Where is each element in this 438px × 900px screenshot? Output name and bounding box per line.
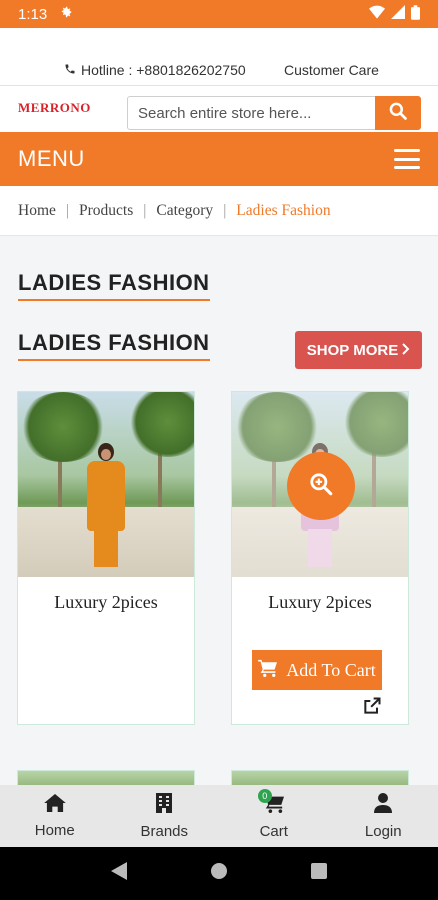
zoom-button[interactable]	[287, 452, 355, 520]
back-icon[interactable]	[111, 862, 128, 885]
battery-icon	[411, 4, 420, 24]
breadcrumb-current: Ladies Fashion	[236, 201, 331, 219]
recents-icon[interactable]	[310, 863, 327, 884]
breadcrumb-products[interactable]: Products	[79, 202, 133, 220]
search-icon	[388, 101, 408, 126]
search-input[interactable]	[127, 96, 377, 130]
add-to-cart-label: Add To Cart	[286, 659, 376, 680]
breadcrumb-category[interactable]: Category	[156, 202, 213, 220]
section-title: LADIES FASHION	[18, 330, 210, 361]
gear-icon	[59, 5, 73, 23]
bottom-nav: Home Brands 0 Cart Login	[0, 785, 438, 847]
product-name[interactable]: Luxury 2pices	[232, 592, 408, 613]
product-name[interactable]: Luxury 2pices	[18, 592, 194, 613]
zoom-in-icon	[308, 471, 334, 502]
nav-home-label: Home	[34, 821, 75, 839]
cart-icon: 0	[257, 788, 286, 817]
shop-more-label: SHOP MORE	[306, 341, 399, 359]
product-image[interactable]	[18, 392, 194, 577]
status-bar: 1:13	[0, 0, 438, 28]
nav-login-label: Login	[364, 822, 402, 840]
menu-bar: MENU	[0, 132, 438, 186]
status-time: 1:13	[18, 5, 48, 23]
shop-more-button[interactable]: SHOP MORE	[295, 331, 422, 369]
breadcrumb-home[interactable]: Home	[18, 202, 56, 220]
home-circle-icon[interactable]	[210, 862, 228, 885]
top-info-bar: Hotline : +8801826202750 Customer Care	[0, 28, 438, 86]
hotline-text: Hotline : +8801826202750	[81, 62, 246, 78]
breadcrumb: Home | Products | Category | Ladies Fash…	[0, 186, 438, 236]
system-nav-bar	[0, 847, 438, 900]
user-icon	[374, 792, 393, 817]
nav-cart[interactable]: 0 Cart	[219, 785, 329, 847]
brand-row: MERRONO	[0, 86, 438, 132]
breadcrumb-separator: |	[223, 201, 227, 219]
cart-icon	[258, 659, 278, 682]
nav-home[interactable]: Home	[0, 785, 110, 847]
cart-count-badge: 0	[257, 788, 272, 803]
signal-icon	[391, 5, 405, 23]
product-card[interactable]: Luxury 2pices	[17, 391, 195, 725]
customer-care-link[interactable]: Customer Care	[284, 62, 379, 78]
search-button[interactable]	[375, 96, 421, 130]
breadcrumb-separator: |	[65, 201, 69, 219]
wifi-icon	[369, 5, 385, 23]
breadcrumb-separator: |	[143, 201, 147, 219]
nav-brands-label: Brands	[140, 822, 189, 840]
nav-login[interactable]: Login	[329, 785, 438, 847]
product-card[interactable]: Luxury 2pices Add To Cart	[231, 391, 409, 725]
product-image[interactable]	[232, 392, 408, 577]
hamburger-icon[interactable]	[394, 149, 420, 169]
page-title: LADIES FASHION	[18, 270, 210, 301]
brand-logo[interactable]: MERRONO	[18, 100, 91, 116]
chevron-right-icon	[402, 342, 410, 359]
home-icon	[43, 793, 66, 816]
hotline[interactable]: Hotline : +8801826202750	[64, 62, 246, 78]
add-to-cart-button[interactable]: Add To Cart	[252, 650, 382, 690]
building-icon	[156, 792, 173, 817]
menu-label[interactable]: MENU	[18, 146, 85, 172]
phone-icon	[64, 62, 76, 78]
external-link-icon[interactable]	[362, 696, 382, 721]
nav-cart-label: Cart	[259, 822, 288, 840]
nav-brands[interactable]: Brands	[110, 785, 220, 847]
